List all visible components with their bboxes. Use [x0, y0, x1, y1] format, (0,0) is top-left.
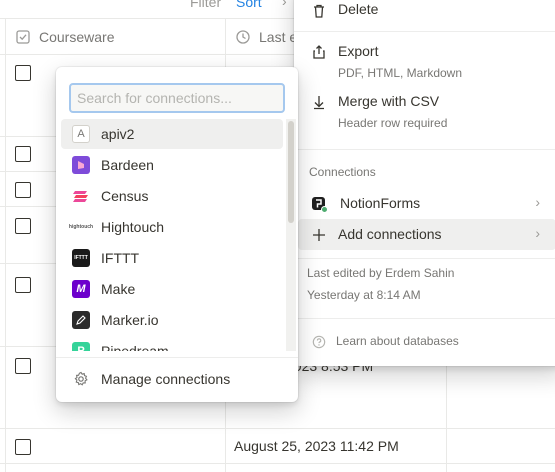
- apiv2-logo-icon: A: [72, 125, 90, 143]
- chevron-right-icon: ›: [535, 225, 540, 241]
- chevron-right-icon: ›: [535, 194, 540, 210]
- bardeen-logo-icon: [72, 156, 90, 174]
- export-icon: [310, 43, 328, 61]
- connection-label: Bardeen: [101, 157, 154, 173]
- export-menu-item[interactable]: Export PDF, HTML, Markdown: [294, 40, 555, 84]
- row-checkbox[interactable]: [15, 218, 31, 234]
- menu-divider: [294, 258, 555, 259]
- menu-item-label: Learn about databases: [336, 334, 459, 348]
- popup-divider: [56, 357, 298, 358]
- connection-label: Census: [101, 188, 149, 204]
- make-logo-icon: M: [72, 280, 90, 298]
- search-connections-input[interactable]: [69, 83, 285, 113]
- column-label: Last e: [259, 29, 298, 45]
- column-header-last-edited[interactable]: Last e: [235, 19, 297, 55]
- row-checkbox[interactable]: [15, 146, 31, 162]
- column-divider: [5, 18, 6, 472]
- menu-divider: [294, 149, 555, 150]
- connection-item-census[interactable]: Census: [61, 181, 283, 211]
- row-checkbox[interactable]: [15, 277, 31, 293]
- chevron-right-icon: ›: [282, 0, 287, 9]
- database-options-menu: Delete Export PDF, HTML, Markdown Merge …: [294, 0, 555, 366]
- learn-databases-link[interactable]: Learn about databases: [294, 328, 555, 356]
- connection-label: Hightouch: [101, 219, 165, 235]
- manage-connections-label: Manage connections: [101, 371, 231, 387]
- menu-item-label: Export: [338, 43, 379, 59]
- connection-label: Marker.io: [101, 312, 159, 328]
- menu-item-label: Add connections: [338, 226, 442, 242]
- sort-button[interactable]: Sort: [236, 0, 262, 10]
- row-checkbox[interactable]: [15, 182, 31, 198]
- connection-label: Make: [101, 281, 136, 297]
- add-connections-menu-item[interactable]: Add connections ›: [294, 219, 555, 250]
- last-edited-cell: August 25, 2023 11:42 PM: [234, 438, 399, 454]
- menu-divider: [294, 318, 555, 319]
- manage-connections-button[interactable]: Manage connections: [61, 364, 293, 394]
- row-checkbox[interactable]: [15, 65, 31, 81]
- menu-item-description: Header row required: [338, 116, 448, 130]
- connection-item-hightouch[interactable]: hightouch Hightouch: [61, 212, 283, 242]
- connection-item-pipedream[interactable]: P Pipedream: [61, 336, 283, 351]
- column-header-courseware[interactable]: Courseware: [15, 19, 114, 55]
- column-label: Courseware: [39, 29, 115, 45]
- delete-menu-item[interactable]: Delete: [294, 0, 555, 26]
- hightouch-logo-icon: hightouch: [68, 224, 94, 230]
- arrow-down-icon: [310, 93, 328, 111]
- connections-heading: Connections: [309, 165, 376, 179]
- menu-item-label: NotionForms: [340, 195, 421, 211]
- connection-item-make[interactable]: M Make: [61, 274, 283, 304]
- row-divider: [0, 463, 555, 464]
- clock-icon: [235, 29, 251, 45]
- page: Filter Sort › Courseware Last e 2023 8:5…: [0, 0, 555, 472]
- row-checkbox[interactable]: [15, 439, 31, 455]
- connection-item-marker-io[interactable]: Marker.io: [61, 305, 283, 335]
- connection-label: Pipedream: [101, 343, 169, 351]
- row-divider: [0, 428, 555, 429]
- census-logo-icon: [72, 187, 90, 205]
- last-edited-time: Yesterday at 8:14 AM: [307, 288, 421, 302]
- connection-label: apiv2: [101, 126, 135, 142]
- connection-item-bardeen[interactable]: Bardeen: [61, 150, 283, 180]
- last-edited-by: Last edited by Erdem Sahin: [307, 266, 455, 280]
- notionforms-menu-item[interactable]: NotionForms ›: [294, 188, 555, 219]
- filter-button[interactable]: Filter: [190, 0, 221, 10]
- scrollbar-thumb[interactable]: [288, 121, 294, 223]
- notionforms-logo-icon: [310, 195, 328, 213]
- help-circle-icon: [310, 333, 328, 351]
- plus-icon: [310, 226, 328, 244]
- row-checkbox[interactable]: [15, 358, 31, 374]
- connection-label: IFTTT: [101, 250, 140, 266]
- trash-icon: [310, 2, 328, 20]
- merge-csv-menu-item[interactable]: Merge with CSV Header row required: [294, 90, 555, 134]
- ifttt-logo-icon: IFTTT: [72, 249, 90, 267]
- connections-list: A apiv2 Bardeen Census hightouch Hightou…: [56, 119, 298, 351]
- menu-item-description: PDF, HTML, Markdown: [338, 66, 463, 80]
- connections-popup: A apiv2 Bardeen Census hightouch Hightou…: [56, 67, 298, 402]
- checkbox-icon: [15, 29, 31, 45]
- menu-item-label: Delete: [338, 1, 379, 17]
- marker-io-logo-icon: [72, 311, 90, 329]
- connections-scrollbar[interactable]: [286, 119, 296, 351]
- menu-item-label: Merge with CSV: [338, 93, 440, 109]
- pipedream-logo-icon: P: [72, 342, 90, 351]
- gear-icon: [72, 370, 90, 388]
- connection-item-apiv2[interactable]: A apiv2: [61, 119, 283, 149]
- menu-divider: [294, 31, 555, 32]
- connection-item-ifttt[interactable]: IFTTT IFTTT: [61, 243, 283, 273]
